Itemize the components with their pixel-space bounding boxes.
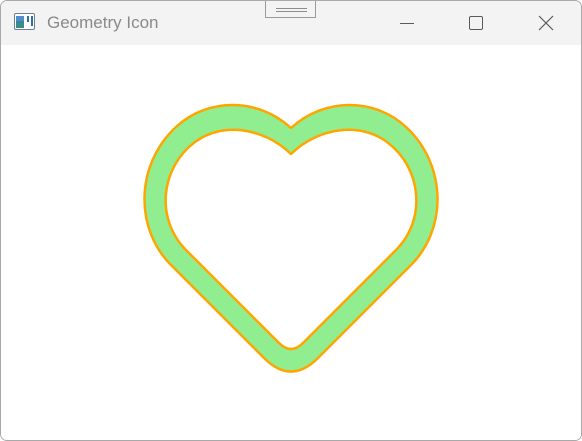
heart-outline-icon [143, 103, 439, 373]
minimize-button[interactable] [384, 1, 430, 45]
title-bar[interactable]: Geometry Icon [1, 1, 581, 45]
maximize-icon [469, 16, 483, 30]
window-content [1, 45, 581, 440]
window-title: Geometry Icon [47, 13, 159, 32]
window-app-icon [14, 13, 35, 30]
geometry-canvas [143, 103, 439, 373]
close-icon [538, 15, 554, 31]
app-window: Geometry Icon [0, 0, 582, 441]
drag-grip-icon[interactable] [265, 1, 316, 18]
minimize-icon [400, 23, 414, 24]
close-button[interactable] [523, 1, 569, 45]
maximize-button[interactable] [453, 1, 499, 45]
